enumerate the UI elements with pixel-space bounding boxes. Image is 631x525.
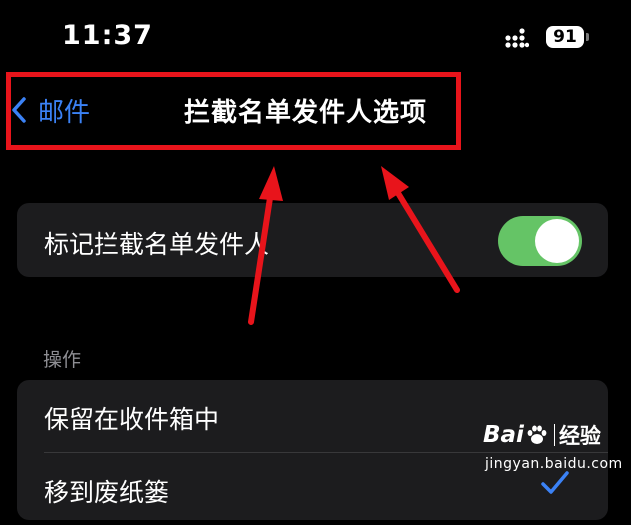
status-time: 11:37: [62, 20, 153, 51]
action-option-move-to-trash[interactable]: 移到废纸篓: [17, 453, 608, 525]
flag-blocked-senders-group: 标记拦截名单发件人: [17, 203, 608, 277]
signal-icon: [505, 28, 529, 48]
action-option-keep-in-inbox[interactable]: 保留在收件箱中: [17, 380, 608, 453]
action-option-label: 移到废纸篓: [44, 478, 170, 507]
back-button[interactable]: 邮件: [12, 90, 90, 130]
flag-blocked-senders-label: 标记拦截名单发件人: [44, 230, 270, 259]
action-option-label: 保留在收件箱中: [44, 405, 220, 434]
page-title: 拦截名单发件人选项: [184, 98, 428, 128]
battery-icon: 91: [546, 26, 584, 48]
checkmark-icon: [541, 471, 569, 494]
back-label: 邮件: [38, 97, 91, 128]
navigation-bar: 邮件 拦截名单发件人选项: [0, 70, 631, 152]
actions-section-header: 操作: [43, 349, 82, 371]
annotation-arrowhead-right: [381, 166, 409, 200]
flag-blocked-senders-toggle[interactable]: [498, 216, 582, 266]
actions-group: 保留在收件箱中 移到废纸篓: [17, 380, 608, 520]
annotation-arrowhead-left: [259, 166, 283, 201]
toggle-knob: [535, 219, 579, 263]
battery-nub: [586, 33, 589, 41]
chevron-left-icon: [12, 97, 26, 123]
